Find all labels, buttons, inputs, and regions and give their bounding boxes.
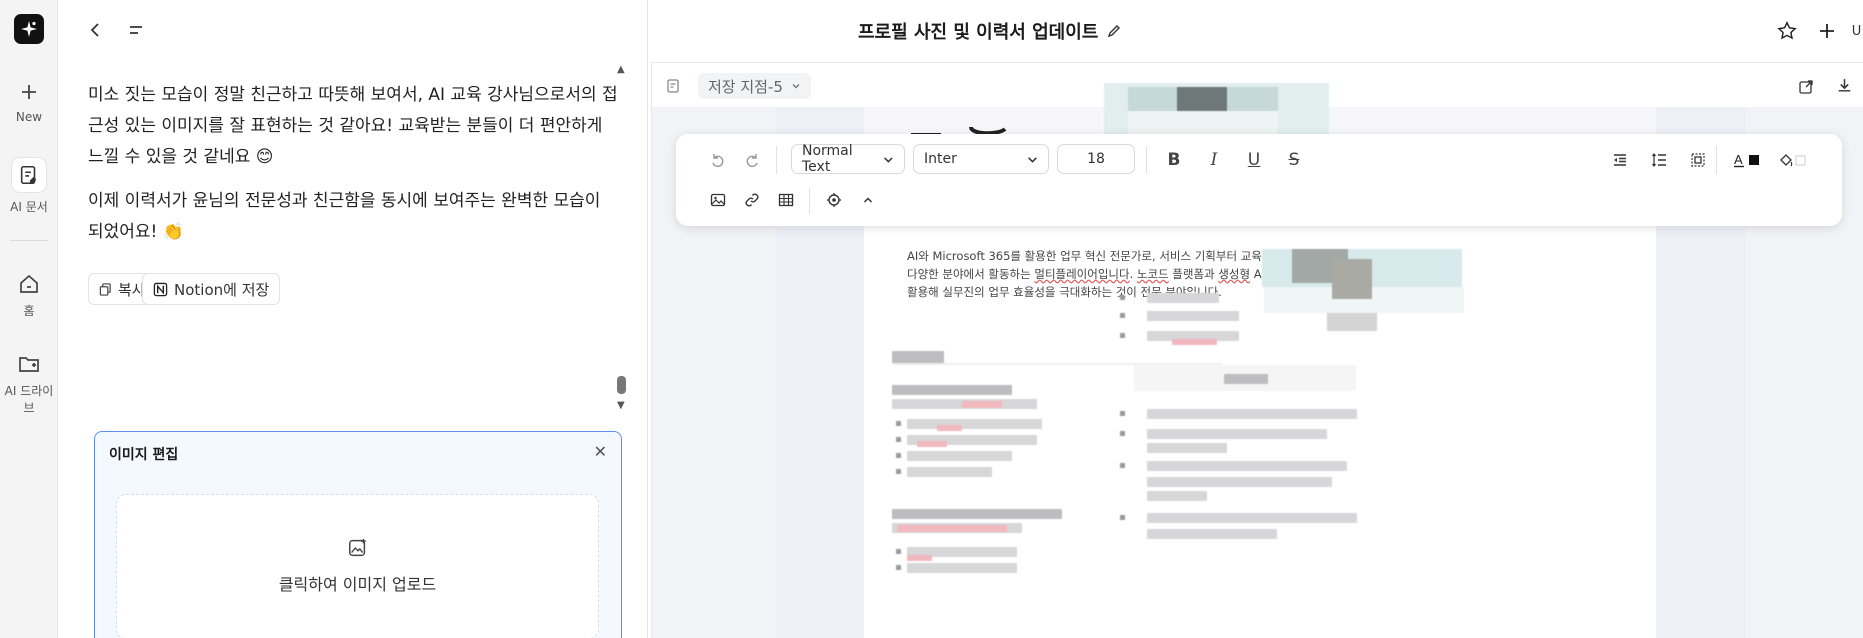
resume-intro-paragraph[interactable]: AI와 Microsoft 365를 활용한 업무 혁신 전문가로, 서비스 기… (907, 247, 1307, 301)
notion-save-label: Notion에 저장 (174, 280, 270, 299)
notion-save-button[interactable]: Notion에 저장 (142, 273, 281, 305)
bold-icon[interactable]: B (1160, 146, 1188, 174)
doc-edit-icon (667, 79, 679, 93)
italic-icon[interactable]: I (1200, 146, 1228, 174)
rail-home[interactable]: 홈 (0, 272, 58, 319)
rail-divider (10, 240, 48, 241)
rail-home-label: 홈 (23, 304, 35, 318)
scroll-down-arrow-icon[interactable]: ▼ (617, 400, 625, 411)
chevron-down-icon (884, 156, 893, 163)
assistant-message-2: 이제 이력서가 윤님의 전문성과 친근함을 동시에 보여주는 완벽한 모습이 되… (88, 191, 601, 242)
toolbar-divider (809, 188, 810, 214)
image-edit-panel: 이미지 편집 ✕ 클릭하여 이미지 업로드 (94, 431, 622, 638)
upload-text: 클릭하여 이미지 업로드 (278, 575, 437, 594)
rail-new-label: New (15, 110, 43, 124)
svg-text:A: A (1734, 152, 1743, 167)
app-window: New AI 문서 홈 AI 드라이브 미소 짓는 모습이 정말 친근하고 따뜻… (0, 0, 1863, 638)
insert-link-icon[interactable] (738, 186, 766, 214)
intro-line-2: 다양한 분야에서 활동하는 멀티플레이어입니다. 노코드 플랫폼과 생성형 AI… (907, 267, 1276, 281)
folder-plus-icon (19, 357, 39, 372)
underline-icon[interactable]: U (1240, 146, 1268, 174)
font-family-value: Inter (924, 151, 957, 167)
assistant-message-1: 미소 짓는 모습이 정말 친근하고 따뜻해 보여서, AI 교육 강사님으로서의… (88, 85, 618, 167)
outdent-icon[interactable] (1606, 146, 1634, 174)
home-icon (20, 274, 38, 293)
notion-icon (153, 282, 168, 296)
font-size-input[interactable]: 18 (1057, 144, 1135, 174)
image-add-icon (348, 538, 366, 557)
page-title: 프로필 사진 및 이력서 업데이트 (858, 22, 1099, 43)
new-doc-button[interactable] (1814, 18, 1840, 44)
rail-ai-doc[interactable]: AI 문서 (0, 158, 58, 215)
intro-line-1: AI와 Microsoft 365를 활용한 업무 혁신 전문가로, 서비스 기… (907, 249, 1284, 263)
block-type-value: Normal Text (802, 143, 853, 175)
app-logo-icon[interactable] (14, 14, 44, 44)
select-frame-icon[interactable] (1684, 146, 1712, 174)
plus-icon (22, 85, 36, 99)
menu-icon (130, 26, 142, 34)
copy-icon (99, 282, 111, 296)
formatting-toolbar: Normal Text Inter 18 B I U S A (676, 134, 1842, 226)
save-point-label: 저장 지점-5 (708, 77, 783, 96)
line-height-icon[interactable] (1645, 146, 1673, 174)
save-point-select[interactable]: 저장 지점-5 (698, 73, 811, 99)
menu-button[interactable] (124, 18, 148, 42)
redo-icon[interactable] (738, 146, 766, 174)
close-icon[interactable]: ✕ (594, 442, 607, 461)
chat-scrollbar-thumb[interactable] (617, 376, 626, 394)
scroll-up-arrow-icon[interactable]: ▲ (617, 64, 625, 75)
block-type-select[interactable]: Normal Text (791, 143, 905, 175)
left-rail: New AI 문서 홈 AI 드라이브 (0, 0, 58, 638)
star-icon (1777, 21, 1797, 40)
plus-icon (1820, 24, 1834, 38)
font-size-value: 18 (1087, 151, 1105, 167)
user-avatar-partial[interactable]: U (1850, 18, 1863, 44)
strikethrough-icon[interactable]: S (1280, 146, 1308, 174)
chevron-down-icon (1028, 156, 1037, 163)
intro-line-3: 활용해 실무진의 업무 효율성을 극대화하는 것이 전문 분야입니다. (907, 285, 1222, 299)
pencil-icon[interactable] (1106, 23, 1122, 39)
image-edit-title: 이미지 편집 (109, 447, 179, 463)
undo-icon[interactable] (704, 146, 732, 174)
ai-doc-icon (20, 165, 37, 185)
external-link-icon[interactable] (1798, 79, 1814, 95)
rail-new[interactable]: New (0, 80, 58, 124)
back-button[interactable] (84, 18, 108, 42)
rail-drive-label: AI 드라이브 (4, 384, 54, 415)
target-icon[interactable] (820, 186, 848, 214)
rail-ai-doc-label: AI 문서 (10, 200, 48, 214)
text-color-icon[interactable]: A (1730, 146, 1766, 174)
chat-panel: 미소 짓는 모습이 정말 친근하고 따뜻해 보여서, AI 교육 강사님으로서의… (58, 0, 648, 638)
download-icon[interactable] (1836, 77, 1853, 94)
insert-image-icon[interactable] (704, 186, 732, 214)
favorite-button[interactable] (1774, 18, 1800, 44)
document-title-area[interactable]: 프로필 사진 및 이력서 업데이트 (858, 18, 1122, 44)
toolbar-divider (776, 146, 777, 174)
image-upload-dropzone[interactable]: 클릭하여 이미지 업로드 (116, 494, 599, 638)
chevron-down-icon (792, 84, 800, 89)
insert-table-icon[interactable] (772, 186, 800, 214)
highlight-color-icon[interactable] (1776, 146, 1812, 174)
font-family-select[interactable]: Inter (913, 144, 1049, 174)
toolbar-divider (1146, 146, 1147, 174)
collapse-toolbar-icon[interactable] (854, 186, 882, 214)
toolbar-divider (1716, 146, 1717, 174)
chevron-left-icon (90, 23, 99, 37)
rail-drive[interactable]: AI 드라이브 (0, 352, 58, 416)
